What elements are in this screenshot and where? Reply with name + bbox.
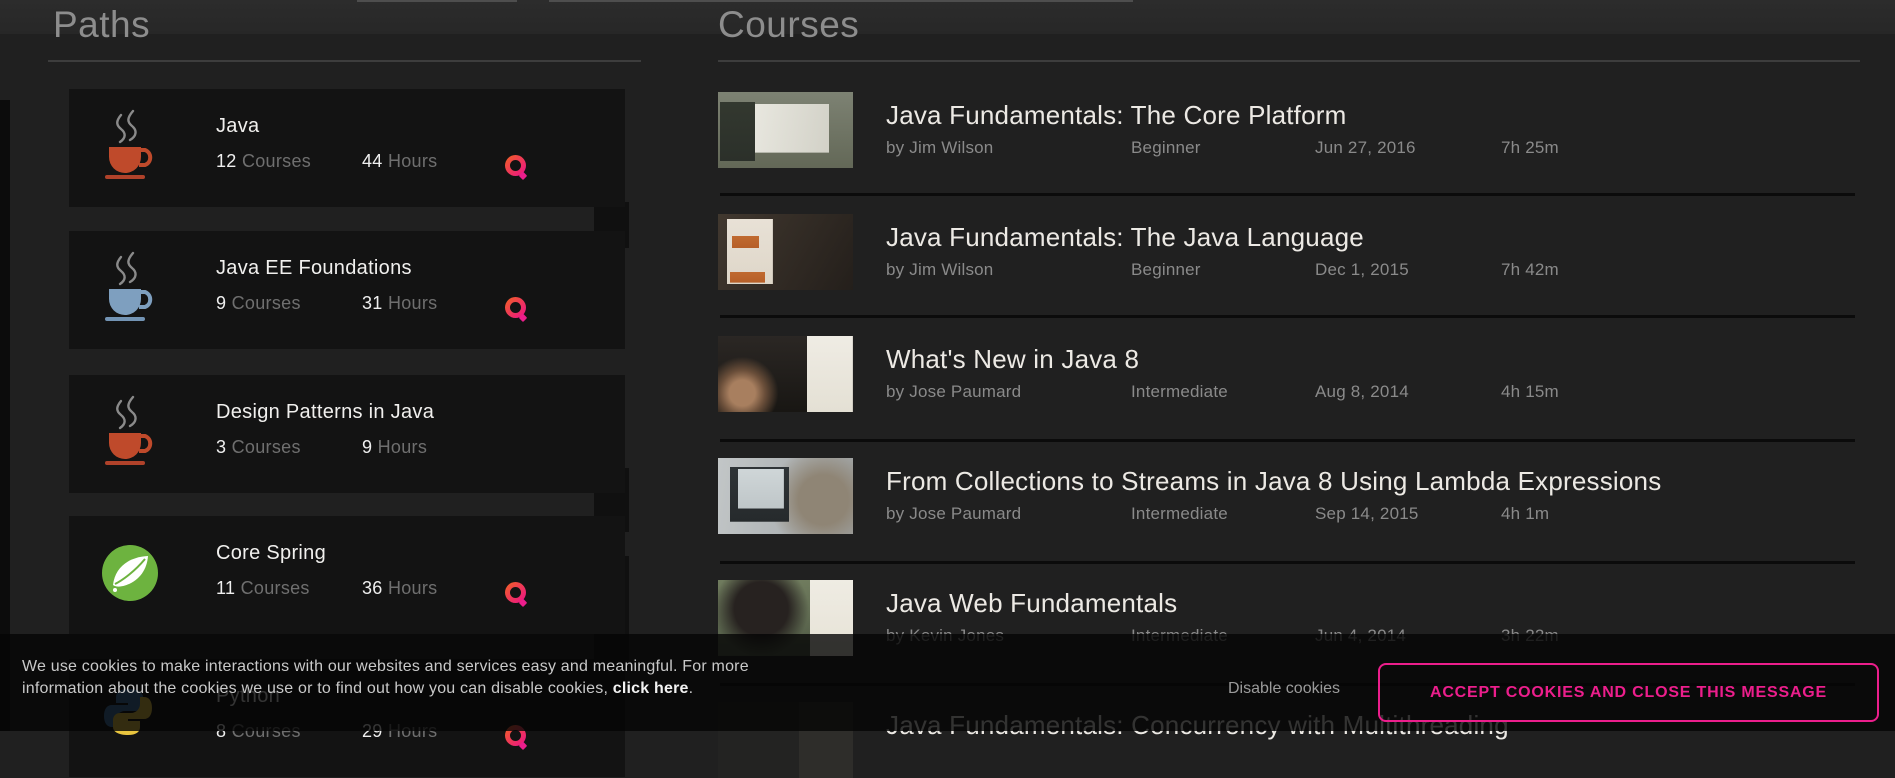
coffee-cup-red-icon bbox=[101, 109, 159, 187]
path-stats: 12 Courses44 Hours bbox=[216, 151, 437, 172]
paths-heading: Paths bbox=[53, 4, 150, 46]
course-thumbnail[interactable] bbox=[718, 92, 853, 168]
path-card-java[interactable]: Java 12 Courses44 Hours bbox=[69, 89, 625, 207]
course-meta: by Jose PaumardIntermediateAug 8, 20144h… bbox=[886, 382, 1559, 402]
course-level: Intermediate bbox=[1131, 504, 1315, 524]
path-card-java-ee-foundations[interactable]: Java EE Foundations 9 Courses31 Hours bbox=[69, 231, 625, 349]
path-hours-count: 36 bbox=[362, 578, 383, 598]
path-stats: 3 Courses9 Hours bbox=[216, 437, 427, 458]
course-author: by Jim Wilson bbox=[886, 138, 1131, 158]
course-meta: by Jim WilsonBeginnerDec 1, 20157h 42m bbox=[886, 260, 1559, 280]
course-duration: 4h 15m bbox=[1501, 382, 1559, 401]
path-hours-count: 31 bbox=[362, 293, 383, 313]
course-meta: by Jim WilsonBeginnerJun 27, 20167h 25m bbox=[886, 138, 1559, 158]
path-card-core-spring[interactable]: Core Spring 11 Courses36 Hours bbox=[69, 516, 625, 634]
course-title[interactable]: Java Fundamentals: The Java Language bbox=[886, 222, 1364, 253]
path-title[interactable]: Java bbox=[216, 115, 259, 138]
cookie-banner: We use cookies to make interactions with… bbox=[0, 634, 1895, 731]
path-hours-count: 9 bbox=[362, 437, 372, 457]
path-course-count: 12 bbox=[216, 151, 237, 171]
course-level: Beginner bbox=[1131, 138, 1315, 158]
row-divider bbox=[720, 193, 1855, 196]
row-divider bbox=[720, 439, 1855, 442]
paths-heading-underline bbox=[48, 60, 641, 62]
course-date: Jun 27, 2016 bbox=[1315, 138, 1501, 158]
course-duration: 4h 1m bbox=[1501, 504, 1549, 523]
path-course-count: 9 bbox=[216, 293, 226, 313]
spring-logo-icon bbox=[101, 544, 159, 622]
path-title[interactable]: Design Patterns in Java bbox=[216, 401, 434, 424]
coffee-cup-red-icon bbox=[101, 395, 159, 473]
course-author: by Jose Paumard bbox=[886, 504, 1131, 524]
top-cutoff-line bbox=[357, 0, 517, 2]
course-title[interactable]: Java Fundamentals: The Core Platform bbox=[886, 100, 1347, 131]
row-divider bbox=[720, 315, 1855, 318]
path-title[interactable]: Java EE Foundations bbox=[216, 257, 412, 280]
courses-heading: Courses bbox=[718, 4, 859, 46]
course-meta: by Jose PaumardIntermediateSep 14, 20154… bbox=[886, 504, 1549, 524]
path-badge-icon bbox=[505, 297, 526, 318]
path-stats: 11 Courses36 Hours bbox=[216, 578, 437, 599]
path-hours-count: 44 bbox=[362, 151, 383, 171]
course-thumbnail[interactable] bbox=[718, 214, 853, 290]
course-thumbnail[interactable] bbox=[718, 336, 853, 412]
path-badge-icon bbox=[505, 582, 526, 603]
courses-heading-underline bbox=[718, 60, 1860, 62]
course-date: Sep 14, 2015 bbox=[1315, 504, 1501, 524]
course-title[interactable]: Java Web Fundamentals bbox=[886, 588, 1177, 619]
path-course-count: 3 bbox=[216, 437, 226, 457]
path-card-design-patterns-in-java[interactable]: Design Patterns in Java 3 Courses9 Hours bbox=[69, 375, 625, 493]
course-title[interactable]: From Collections to Streams in Java 8 Us… bbox=[886, 466, 1661, 497]
course-date: Dec 1, 2015 bbox=[1315, 260, 1501, 280]
top-band bbox=[0, 0, 1895, 34]
course-title[interactable]: What's New in Java 8 bbox=[886, 344, 1139, 375]
path-title[interactable]: Core Spring bbox=[216, 542, 326, 565]
top-cutoff-line bbox=[549, 0, 1133, 2]
course-author: by Jim Wilson bbox=[886, 260, 1131, 280]
course-duration: 7h 42m bbox=[1501, 260, 1559, 279]
course-thumbnail[interactable] bbox=[718, 458, 853, 534]
course-date: Aug 8, 2014 bbox=[1315, 382, 1501, 402]
course-author: by Jose Paumard bbox=[886, 382, 1131, 402]
cookie-message: We use cookies to make interactions with… bbox=[22, 656, 749, 700]
course-level: Intermediate bbox=[1131, 382, 1315, 402]
path-badge-icon bbox=[505, 155, 526, 176]
disable-cookies-link[interactable]: Disable cookies bbox=[1228, 680, 1340, 698]
course-duration: 7h 25m bbox=[1501, 138, 1559, 157]
coffee-cup-blue-icon bbox=[101, 251, 159, 329]
course-level: Beginner bbox=[1131, 260, 1315, 280]
path-course-count: 11 bbox=[216, 578, 235, 598]
cookie-click-here-link[interactable]: click here bbox=[613, 680, 689, 697]
row-divider bbox=[720, 561, 1855, 564]
path-stats: 9 Courses31 Hours bbox=[216, 293, 437, 314]
accept-cookies-button[interactable]: ACCEPT COOKIES AND CLOSE THIS MESSAGE bbox=[1378, 663, 1879, 722]
